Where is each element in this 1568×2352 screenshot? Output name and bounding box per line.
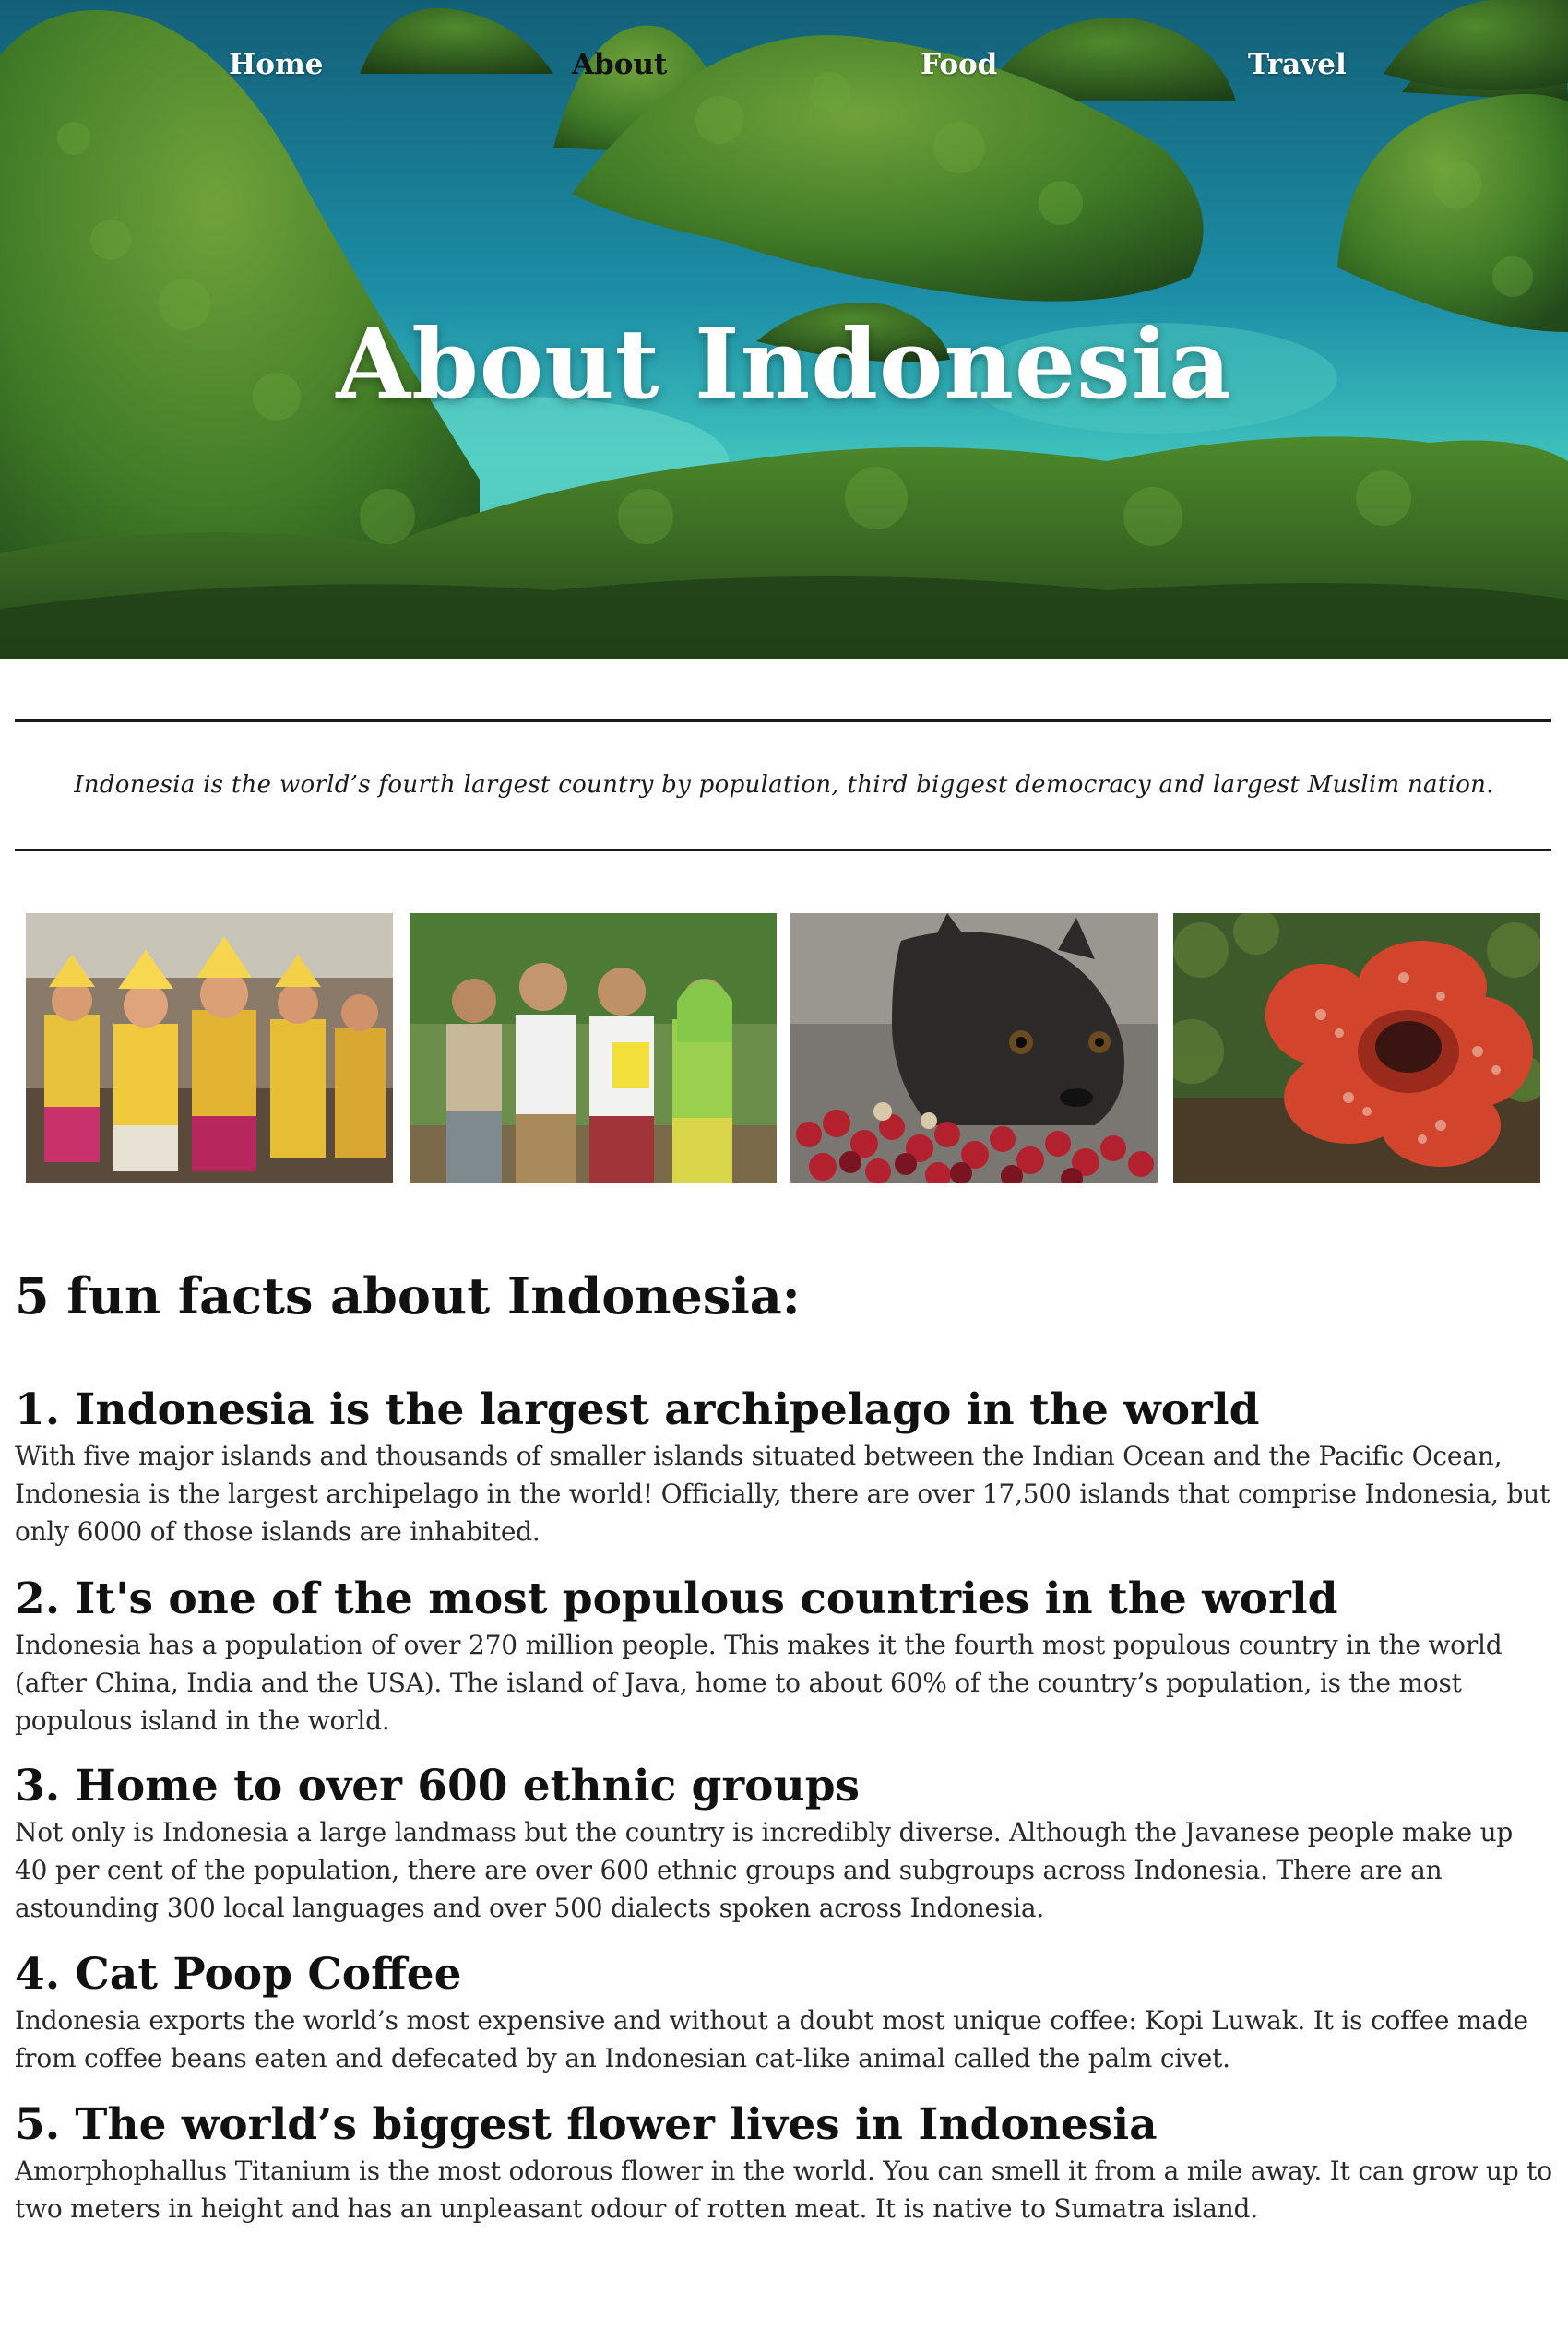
photo-gallery: [26, 913, 1540, 1183]
fact-title: 4. Cat Poop Coffee: [15, 1949, 462, 2000]
nav-about-link[interactable]: About: [572, 44, 667, 85]
fact-title: 3. Home to over 600 ethnic groups: [15, 1761, 861, 1812]
nav-travel-link[interactable]: Travel: [1248, 44, 1347, 85]
main-nav: Home About Food Travel: [0, 44, 1568, 85]
fact-item: 4. Cat Poop Coffee Indonesia exports the…: [15, 1948, 1553, 2077]
fact-body: With five major islands and thousands of…: [15, 1441, 1550, 1547]
photo-rafflesia-flower: [1173, 913, 1540, 1183]
fact-item: 3. Home to over 600 ethnic groups Not on…: [15, 1760, 1553, 1927]
page-title: About Indonesia: [336, 307, 1232, 421]
divider-top: [15, 719, 1551, 722]
fact-body: Indonesia exports the world’s most expen…: [15, 2005, 1528, 2073]
fact-title: 2. It's one of the most populous countri…: [15, 1574, 1338, 1624]
tagline: Indonesia is the world’s fourth largest …: [74, 771, 1494, 799]
fact-title: 1. Indonesia is the largest archipelago …: [15, 1384, 1260, 1435]
fact-item: 2. It's one of the most populous countri…: [15, 1573, 1553, 1740]
nav-food-link[interactable]: Food: [921, 44, 997, 85]
nav-home-link[interactable]: Home: [229, 44, 324, 85]
fact-body: Indonesia has a population of over 270 m…: [15, 1630, 1503, 1736]
fact-body: Amorphophallus Titanium is the most odor…: [15, 2156, 1552, 2224]
divider-bottom: [15, 849, 1551, 851]
fact-item: 1. Indonesia is the largest archipelago …: [15, 1384, 1553, 1550]
fact-item: 5. The world’s biggest flower lives in I…: [15, 2098, 1553, 2227]
hero-banner: Home About Food Travel About Indonesia: [0, 0, 1568, 659]
photo-palm-civet: [790, 913, 1158, 1183]
fact-title: 5. The world’s biggest flower lives in I…: [15, 2099, 1158, 2150]
fact-body: Not only is Indonesia a large landmass b…: [15, 1817, 1514, 1923]
photo-children: [410, 913, 777, 1183]
facts-heading: 5 fun facts about Indonesia:: [15, 1266, 801, 1325]
page: Home About Food Travel About Indonesia I…: [0, 0, 1568, 2352]
photo-balinese-dancers: [26, 913, 393, 1183]
